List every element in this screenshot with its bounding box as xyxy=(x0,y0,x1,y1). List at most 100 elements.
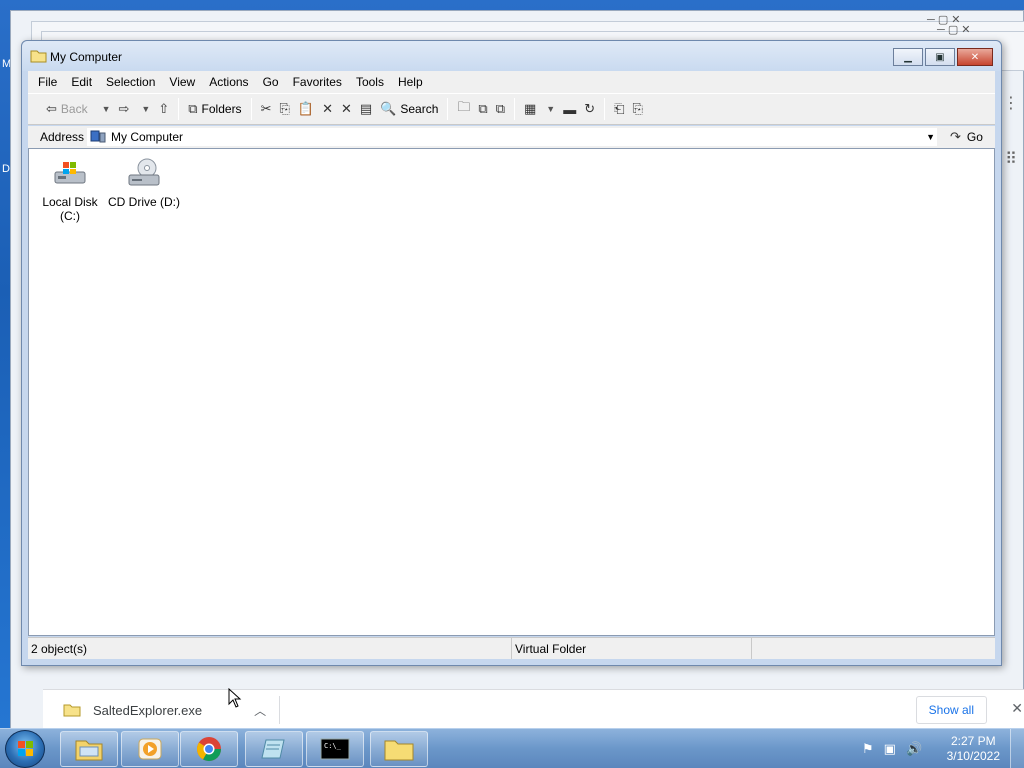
system-clock[interactable]: 2:27 PM 3/10/2022 xyxy=(947,734,1000,764)
close-button[interactable]: ✕ xyxy=(957,48,993,66)
menu-bar: File Edit Selection View Actions Go Favo… xyxy=(28,71,995,93)
maximize-button[interactable]: ▣ xyxy=(925,48,955,66)
up-folder-icon: ⇧ xyxy=(158,101,170,116)
chevron-down-icon[interactable]: ▼ xyxy=(926,132,935,142)
close-icon[interactable]: ✕ xyxy=(1011,700,1023,717)
show-all-button[interactable]: Show all xyxy=(915,696,987,724)
more-options-icon[interactable]: ⋮ xyxy=(999,93,1023,113)
views-button[interactable]: ▦ ▼ xyxy=(520,97,559,121)
properties-button[interactable]: ▤ xyxy=(356,97,376,121)
folders-button[interactable]: ⧉ Folders xyxy=(184,97,245,121)
chevron-down-icon[interactable]: ▼ xyxy=(141,104,150,114)
status-bar: 2 object(s) Virtual Folder xyxy=(28,637,995,659)
drive-item-local-disk[interactable]: Local Disk (C:) xyxy=(32,155,108,223)
start-button[interactable] xyxy=(5,730,45,768)
svg-text:C:\_: C:\_ xyxy=(324,742,342,750)
explorer-window: My Computer ▁ ▣ ✕ File Edit Selection Vi… xyxy=(21,40,1002,666)
status-object-count: 2 object(s) xyxy=(28,638,512,659)
folder-icon xyxy=(63,704,81,717)
paste-icon: 📋 xyxy=(297,101,315,116)
volume-icon[interactable]: 🔊 xyxy=(906,741,922,757)
up-folder-button[interactable]: ⇧ xyxy=(154,97,173,121)
disconnect-drive-icon: ⎘ xyxy=(632,101,643,116)
item-label: Local Disk (C:) xyxy=(42,195,98,223)
forward-arrow-icon: ⇨ xyxy=(118,101,130,116)
desktop-icon-label: D xyxy=(2,163,10,175)
minimize-button[interactable]: ▁ xyxy=(893,48,923,66)
menu-tools[interactable]: Tools xyxy=(356,75,384,89)
chrome-icon xyxy=(197,737,221,762)
taskbar-chrome[interactable] xyxy=(180,731,238,767)
mouse-cursor-icon xyxy=(228,688,242,708)
status-empty xyxy=(752,638,992,659)
drive-item-cd-drive[interactable]: CD Drive (D:) xyxy=(106,155,182,209)
refresh-button[interactable]: ↻ xyxy=(580,97,599,121)
search-label: Search xyxy=(400,102,439,116)
address-bar: Address My Computer ▼ ↷ Go xyxy=(28,126,995,148)
forward-button[interactable]: ⇨ ▼ xyxy=(115,97,155,121)
file-explorer-icon xyxy=(75,740,103,761)
copy-button[interactable]: ⎘ xyxy=(275,97,293,121)
disconnect-drive-button[interactable]: ⎘ xyxy=(629,97,647,121)
taskbar-command-prompt[interactable]: C:\_ xyxy=(306,731,364,767)
folders-tree-icon: ⧉ xyxy=(188,101,198,116)
chevron-down-icon[interactable]: ▼ xyxy=(546,104,555,114)
chevron-up-icon[interactable]: ︿ xyxy=(254,702,266,719)
menu-selection[interactable]: Selection xyxy=(106,75,155,89)
move-to-button[interactable]: ⧉ xyxy=(474,97,491,121)
back-label: Back xyxy=(60,102,88,116)
back-arrow-icon: ⇦ xyxy=(46,101,57,116)
menu-edit[interactable]: Edit xyxy=(71,75,92,89)
taskbar-notepad[interactable] xyxy=(245,731,303,767)
windows-logo-icon xyxy=(18,741,33,756)
menu-go[interactable]: Go xyxy=(263,75,279,89)
download-filename: SaltedExplorer.exe xyxy=(93,702,203,718)
back-button[interactable]: ⇦ Back ▼ xyxy=(42,97,115,121)
taskbar: C:\_ ⚑ ▣ 🔊 2:27 PM 3/10/2022 xyxy=(0,728,1024,768)
toolbar: ⇦ Back ▼ ⇨ ▼ ⇧ ⧉ Folders ✂ ⎘ 📋 ✕ ✕ ▤ 🔍 S… xyxy=(28,93,995,125)
address-value: My Computer xyxy=(111,130,184,144)
taskbar-media-player[interactable] xyxy=(121,731,179,767)
taskbar-folder[interactable] xyxy=(370,731,428,767)
show-desktop-button[interactable] xyxy=(1010,729,1024,768)
system-tray: ⚑ ▣ 🔊 xyxy=(862,729,922,768)
address-input[interactable]: My Computer ▼ xyxy=(86,127,938,147)
new-folder-button[interactable]: 🗀 xyxy=(453,97,474,121)
menu-actions[interactable]: Actions xyxy=(209,75,248,89)
search-button[interactable]: 🔍 Search xyxy=(376,97,442,121)
network-icon[interactable]: ▣ xyxy=(884,741,896,757)
search-icon: 🔍 xyxy=(380,101,397,116)
menu-file[interactable]: File xyxy=(38,75,57,89)
menu-view[interactable]: View xyxy=(169,75,195,89)
clock-date: 3/10/2022 xyxy=(946,749,1000,763)
undo-button[interactable]: ✕ xyxy=(337,97,356,121)
paste-button[interactable]: 📋 xyxy=(294,97,318,121)
background-window-controls[interactable]: ─ ▢ ✕ xyxy=(937,23,971,36)
window-controls: ▁ ▣ ✕ xyxy=(893,48,993,66)
folder-icon xyxy=(384,740,414,761)
chevron-down-icon[interactable]: ▼ xyxy=(102,104,111,114)
file-list: Local Disk (C:) CD Drive (D:) xyxy=(28,148,995,636)
status-folder-type: Virtual Folder xyxy=(512,638,752,659)
address-label: Address xyxy=(40,130,85,144)
copy-to-button[interactable]: ⧉ xyxy=(492,97,509,121)
views-icon: ▦ xyxy=(524,101,537,116)
item-label: CD Drive (D:) xyxy=(108,195,180,209)
go-label: Go xyxy=(966,130,983,144)
taskbar-file-explorer[interactable] xyxy=(60,731,118,767)
menu-favorites[interactable]: Favorites xyxy=(293,75,342,89)
cd-drive-icon xyxy=(106,155,182,191)
action-center-icon[interactable]: ⚑ xyxy=(862,741,874,757)
hard-drive-icon xyxy=(32,155,108,191)
command-prompt-button[interactable]: ▬ xyxy=(559,97,580,121)
apps-grid-icon[interactable]: ⠿ xyxy=(999,149,1023,169)
computer-icon xyxy=(90,130,106,143)
map-drive-button[interactable]: ⎗ xyxy=(610,97,628,121)
delete-icon: ✕ xyxy=(322,101,333,116)
delete-button[interactable]: ✕ xyxy=(318,97,337,121)
title-bar[interactable]: My Computer ▁ ▣ ✕ xyxy=(22,41,1001,71)
new-folder-icon: 🗀 xyxy=(457,99,471,114)
menu-help[interactable]: Help xyxy=(398,75,423,89)
cut-button[interactable]: ✂ xyxy=(257,97,276,121)
go-button[interactable]: ↷ Go xyxy=(950,129,983,145)
